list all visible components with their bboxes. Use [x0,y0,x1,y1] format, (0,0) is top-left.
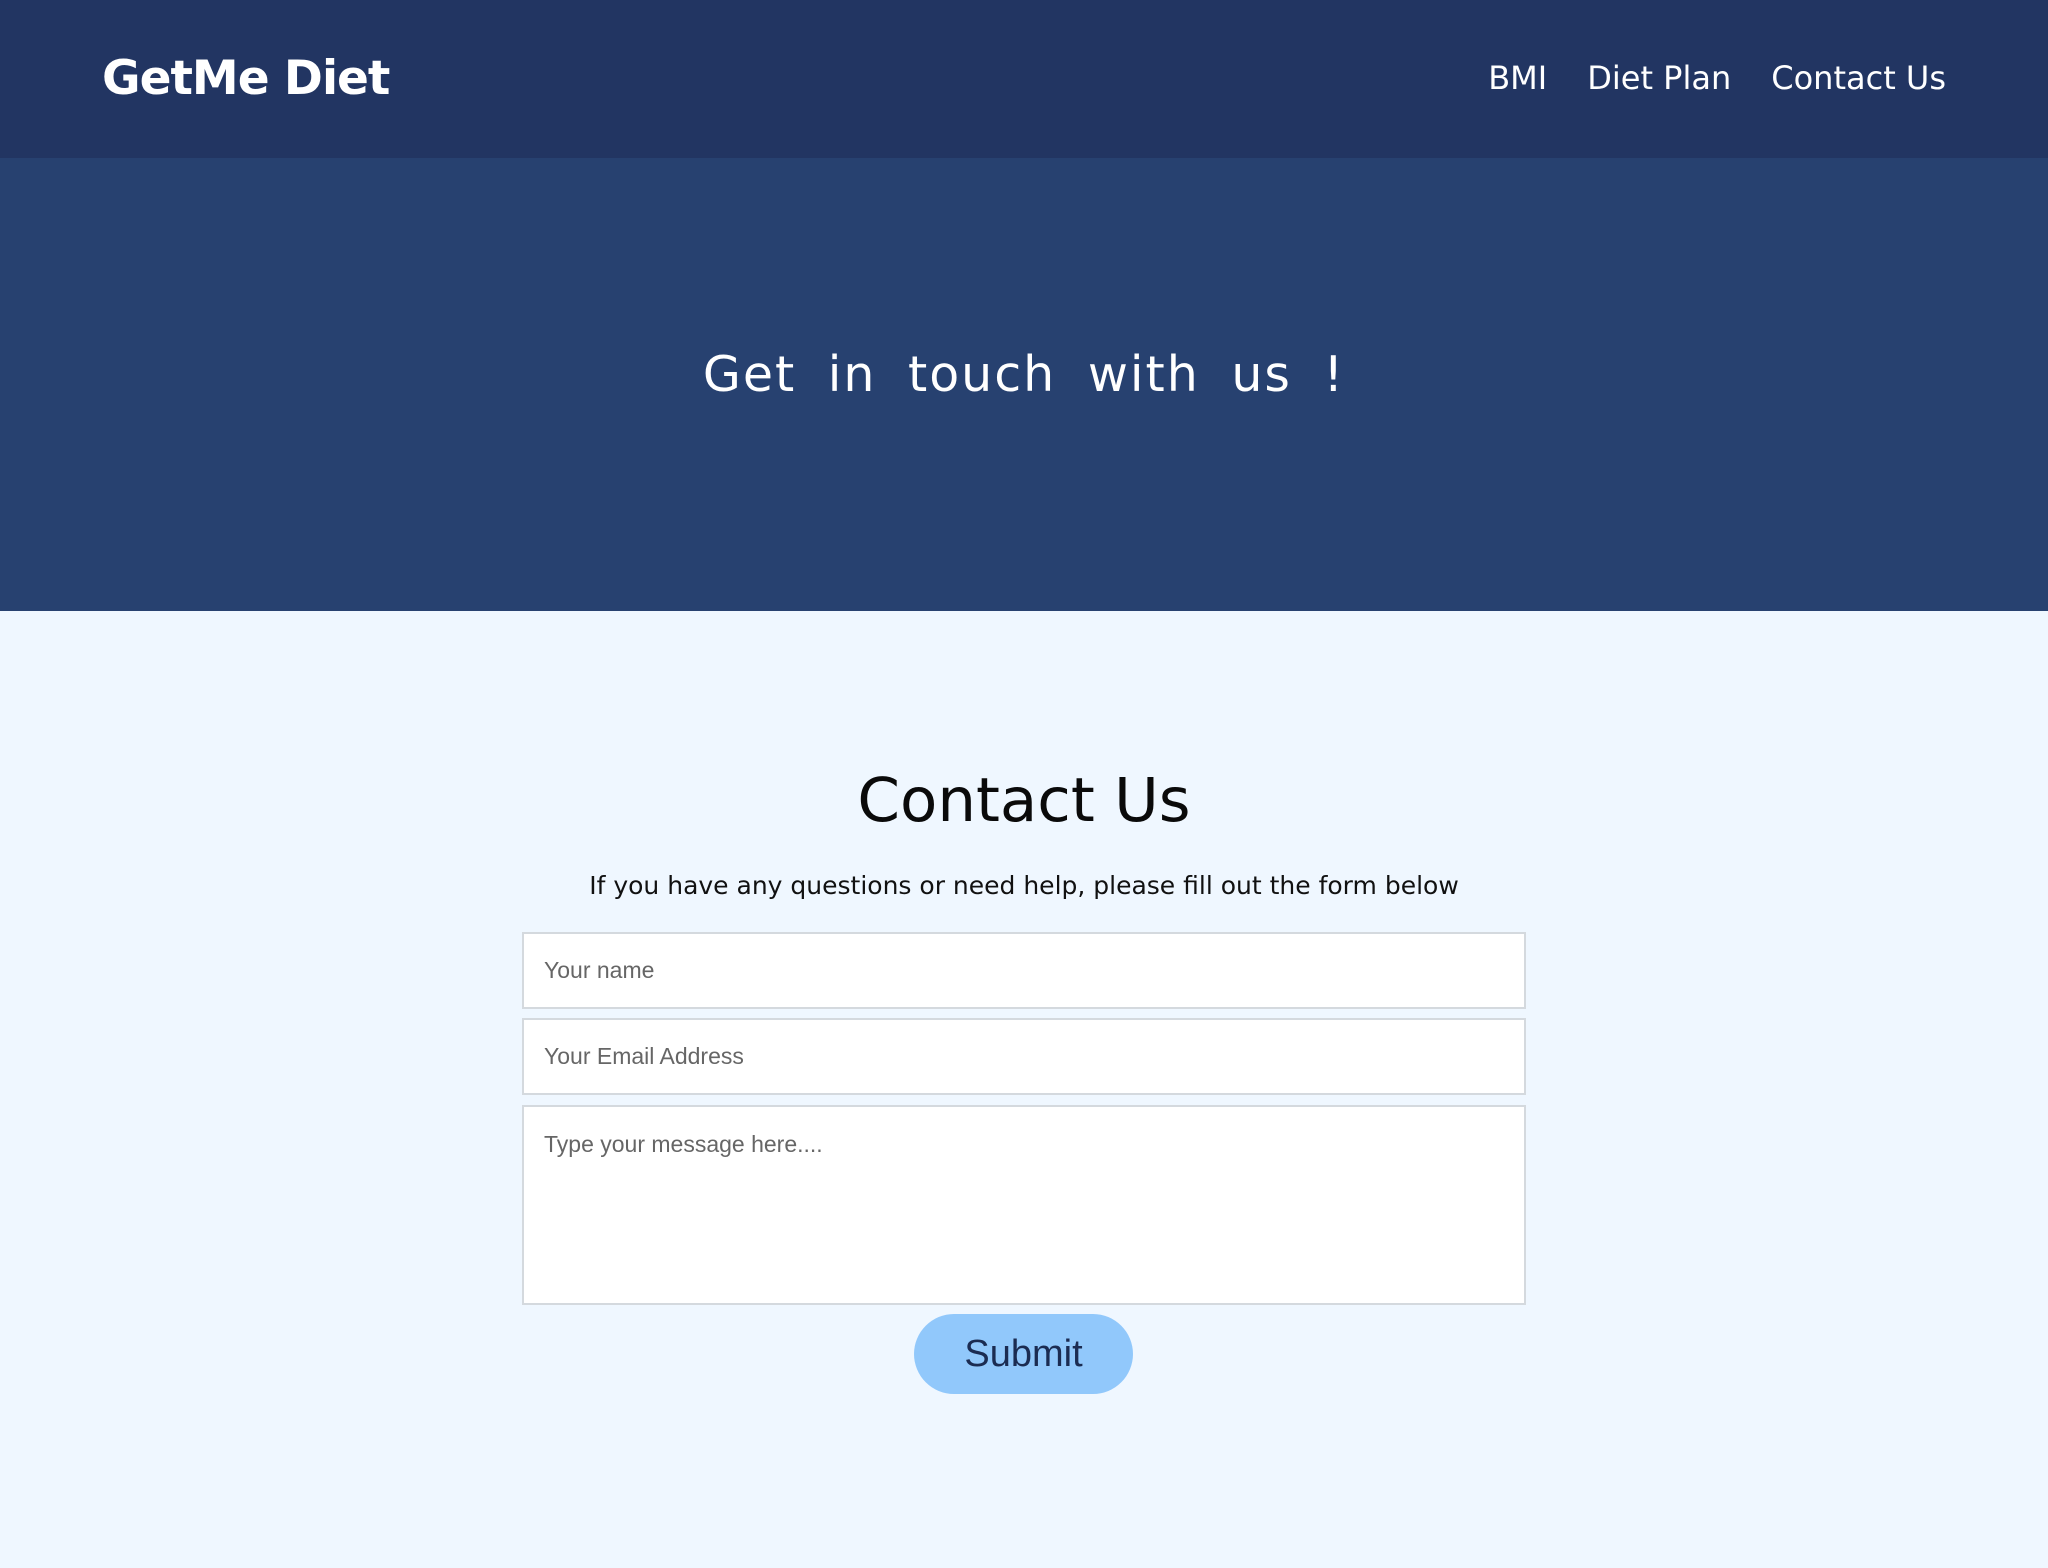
nav-links: BMI Diet Plan Contact Us [1488,56,1946,100]
message-textarea[interactable] [522,1105,1526,1305]
contact-section: Contact Us If you have any questions or … [0,611,2048,1568]
nav-link-diet-plan[interactable]: Diet Plan [1587,56,1731,100]
contact-subtitle: If you have any questions or need help, … [589,871,1459,900]
nav-link-bmi[interactable]: BMI [1488,56,1547,100]
hero-banner: Get in touch with us ! [0,158,2048,611]
email-input[interactable] [522,1018,1526,1095]
navbar: GetMe Diet BMI Diet Plan Contact Us [0,0,2048,158]
nav-link-contact-us[interactable]: Contact Us [1771,56,1946,100]
name-input[interactable] [522,932,1526,1009]
brand-logo[interactable]: GetMe Diet [102,50,390,108]
submit-button[interactable]: Submit [914,1314,1133,1394]
hero-title: Get in touch with us ! [702,346,1346,403]
contact-title: Contact Us [857,765,1191,836]
